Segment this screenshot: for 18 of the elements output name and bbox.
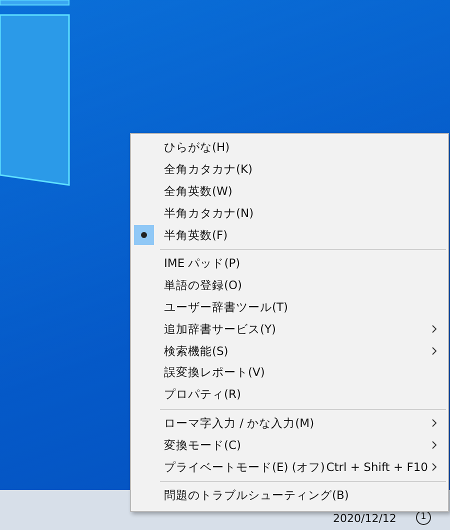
menu-item[interactable]: プロパティ(R): [131, 384, 448, 406]
menu-item[interactable]: 変換モード(C): [131, 434, 448, 456]
menu-item[interactable]: 半角英数(F): [131, 224, 448, 246]
taskbar-date[interactable]: 2020/12/12: [333, 512, 396, 525]
menu-item[interactable]: 半角カタカナ(N): [131, 202, 448, 224]
menu-item[interactable]: 問題のトラブルシューティング(B): [131, 484, 448, 507]
menu-item[interactable]: 検索機能(S): [131, 340, 448, 362]
menu-item[interactable]: IME パッド(P): [131, 252, 448, 275]
menu-item[interactable]: 単語の登録(O): [131, 274, 448, 297]
menu-item[interactable]: 誤変換レポート(V): [131, 362, 448, 384]
menu-item[interactable]: 全角英数(W): [131, 180, 448, 202]
menu-item[interactable]: 追加辞書サービス(Y): [131, 318, 448, 340]
menu-item[interactable]: プライベートモード(E) (オフ)Ctrl + Shift + F10: [131, 456, 448, 478]
menu-item[interactable]: ローマ字入力 / かな入力(M): [131, 412, 448, 434]
menu-item[interactable]: 全角カタカナ(K): [131, 158, 448, 181]
menu-item[interactable]: ユーザー辞書ツール(T): [131, 296, 448, 318]
menu-item[interactable]: ひらがな(H): [131, 137, 448, 159]
shortcut-text: Ctrl + Shift + F10: [326, 460, 428, 474]
